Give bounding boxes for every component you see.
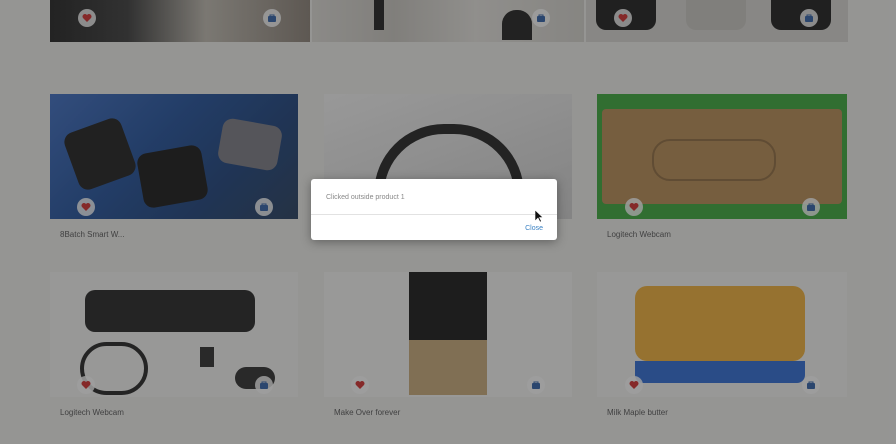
- close-button[interactable]: Close: [525, 225, 543, 232]
- dialog-divider: [311, 214, 557, 215]
- dialog-message: Clicked outside product 1: [326, 194, 405, 201]
- mouse-pointer-icon: [535, 210, 543, 223]
- alert-dialog: Clicked outside product 1 Close: [311, 179, 557, 240]
